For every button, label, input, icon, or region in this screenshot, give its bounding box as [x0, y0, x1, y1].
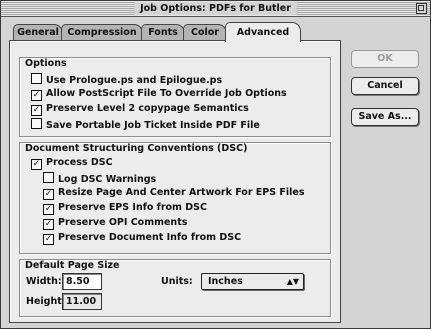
- checkbox-box: [31, 73, 42, 84]
- checkbox-box: ✓: [43, 189, 54, 200]
- preserve-copypage-checkbox[interactable]: ✓ Preserve Level 2 copypage Semantics: [31, 103, 249, 116]
- window-title: Job Options: PDFs for Butler: [134, 2, 297, 15]
- checkbox-box: ✓: [43, 234, 54, 245]
- save-job-ticket-checkbox[interactable]: Save Portable Job Ticket Inside PDF File: [31, 118, 260, 131]
- height-field[interactable]: 11.00: [62, 293, 102, 310]
- checkbox-box: ✓: [31, 159, 42, 170]
- resize-eps-checkbox[interactable]: ✓ Resize Page And Center Artwork For EPS …: [43, 187, 305, 200]
- units-popup-value: Inches: [208, 276, 243, 287]
- dsc-group-title: Document Structuring Conventions (DSC): [25, 143, 248, 154]
- units-popup[interactable]: Inches ▲▼: [201, 273, 304, 290]
- checkbox-box: [31, 118, 42, 129]
- height-label: Height:: [26, 296, 66, 307]
- popup-arrows-icon: ▲▼: [286, 277, 299, 286]
- checkbox-box: ✓: [43, 219, 54, 230]
- advanced-panel: Options Use Prologue.ps and Epilogue.ps …: [9, 40, 341, 323]
- width-label: Width:: [26, 276, 62, 287]
- process-dsc-checkbox[interactable]: ✓ Process DSC: [31, 157, 113, 170]
- tab-color[interactable]: Color: [183, 24, 227, 41]
- save-as-button[interactable]: Save As...: [351, 108, 419, 126]
- tab-advanced[interactable]: Advanced: [225, 22, 301, 42]
- page-size-group-title: Default Page Size: [25, 260, 120, 271]
- checkbox-box: [43, 172, 54, 183]
- tab-compression[interactable]: Compression: [61, 24, 143, 41]
- preserve-document-info-checkbox[interactable]: ✓ Preserve Document Info from DSC: [43, 232, 241, 245]
- zoom-box-icon[interactable]: [416, 3, 427, 14]
- use-prologue-checkbox[interactable]: Use Prologue.ps and Epilogue.ps: [31, 73, 222, 86]
- checkbox-box: ✓: [31, 90, 42, 101]
- tab-fonts[interactable]: Fonts: [141, 24, 185, 41]
- preserve-eps-info-checkbox[interactable]: ✓ Preserve EPS Info from DSC: [43, 202, 207, 215]
- options-group-title: Options: [25, 58, 67, 69]
- checkbox-box: ✓: [43, 204, 54, 215]
- preserve-opi-comments-checkbox[interactable]: ✓ Preserve OPI Comments: [43, 217, 187, 230]
- job-options-dialog: Job Options: PDFs for Butler General Com…: [0, 0, 431, 329]
- cancel-button[interactable]: Cancel: [351, 77, 419, 95]
- units-label: Units:: [161, 276, 193, 287]
- title-bar[interactable]: Job Options: PDFs for Butler: [1, 1, 430, 17]
- tab-general[interactable]: General: [13, 24, 63, 41]
- ok-button[interactable]: OK: [351, 50, 419, 68]
- log-dsc-warnings-checkbox[interactable]: Log DSC Warnings: [43, 172, 156, 185]
- allow-postscript-override-checkbox[interactable]: ✓ Allow PostScript File To Override Job O…: [31, 88, 287, 101]
- checkbox-box: ✓: [31, 105, 42, 116]
- width-field[interactable]: 8.50: [62, 273, 102, 290]
